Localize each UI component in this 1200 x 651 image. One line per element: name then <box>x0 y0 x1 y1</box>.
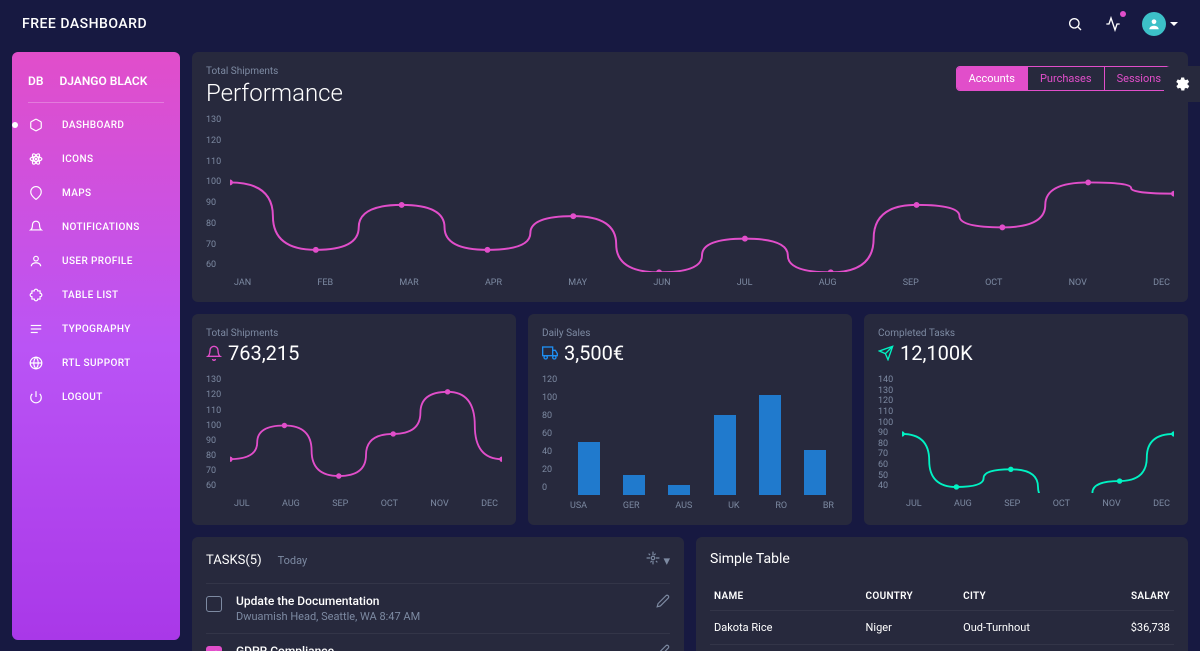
bar <box>578 442 600 495</box>
bar <box>668 485 690 495</box>
tasks-subtitle: Today <box>278 554 308 567</box>
search-icon[interactable] <box>1066 15 1084 33</box>
send-icon <box>878 345 894 361</box>
sidebar-item-notifications[interactable]: NOTIFICATIONS <box>28 219 164 235</box>
sidebar-item-label: USER PROFILE <box>62 256 133 267</box>
bar <box>623 475 645 495</box>
edit-icon[interactable] <box>656 644 670 651</box>
puzzle-icon <box>28 287 44 303</box>
sidebar-item-logout[interactable]: LOGOUT <box>28 389 164 405</box>
sidebar-item-rtl-support[interactable]: RTL SUPPORT <box>28 355 164 371</box>
sidebar-item-dashboard[interactable]: DASHBOARD <box>28 117 164 133</box>
sales-value: 3,500€ <box>564 341 624 365</box>
power-icon <box>28 389 44 405</box>
atom-icon <box>28 151 44 167</box>
task-row: GDPR ComplianceThe GDPR is a regulation … <box>206 633 670 651</box>
table-card: Simple Table NAMECOUNTRYCITYSALARY Dakot… <box>696 537 1188 651</box>
bar <box>759 395 781 495</box>
tab-accounts[interactable]: Accounts <box>957 67 1027 90</box>
completed-value: 12,100K <box>900 341 973 365</box>
main: Total Shipments Performance AccountsPurc… <box>192 52 1188 651</box>
sidebar-divider <box>28 102 164 103</box>
topbar: FREE DASHBOARD <box>0 0 1200 48</box>
perf-subtitle: Total Shipments <box>206 66 343 77</box>
edit-icon[interactable] <box>656 594 670 623</box>
sidebar-item-label: NOTIFICATIONS <box>62 222 140 233</box>
bar <box>714 415 736 495</box>
sidebar-item-label: TYPOGRAPHY <box>62 324 131 335</box>
pin-icon <box>28 185 44 201</box>
completed-title: Completed Tasks <box>878 328 1174 339</box>
tasks-card: TASKS(5) Today ▾ Update the Documentatio… <box>192 537 684 651</box>
shipments-card: Total Shipments 763,215 1301201101009080… <box>192 314 516 525</box>
bell-icon <box>206 345 222 361</box>
user-icon <box>28 253 44 269</box>
pie-icon <box>28 117 44 133</box>
sidebar-item-typography[interactable]: TYPOGRAPHY <box>28 321 164 337</box>
sidebar-item-maps[interactable]: MAPS <box>28 185 164 201</box>
mini-cards-row: Total Shipments 763,215 1301201101009080… <box>192 314 1188 525</box>
bar <box>804 450 826 495</box>
globe-icon <box>28 355 44 371</box>
col-salary: SALARY <box>1091 583 1174 611</box>
brand-abbrev: DB <box>28 74 43 88</box>
col-country: COUNTRY <box>862 583 960 611</box>
sidebar-item-label: TABLE LIST <box>62 290 119 301</box>
task-checkbox[interactable] <box>206 596 222 612</box>
table-row[interactable]: Dakota RiceNigerOud-Turnhout$36,738 <box>710 611 1174 645</box>
shipments-title: Total Shipments <box>206 328 502 339</box>
avatar <box>1142 12 1166 36</box>
user-menu[interactable] <box>1142 12 1178 36</box>
sidebar-brand[interactable]: DB DJANGO BLACK <box>12 68 180 102</box>
app-title: FREE DASHBOARD <box>22 16 147 32</box>
sales-card: Daily Sales 3,500€ 120100806040200USAGER… <box>528 314 852 525</box>
bell-icon <box>28 219 44 235</box>
sidebar: DB DJANGO BLACK DASHBOARD ICONS MAPS NOTIFI… <box>12 52 180 640</box>
sidebar-item-label: ICONS <box>62 154 93 165</box>
theme-settings-button[interactable] <box>1164 66 1200 102</box>
perf-chart: 13012011010090807060 JANFEBMARAPRMAYJUNJ… <box>206 115 1174 288</box>
task-title: GDPR Compliance <box>236 644 642 651</box>
perf-tabs: AccountsPurchasesSessions <box>956 66 1174 91</box>
sidebar-item-table-list[interactable]: TABLE LIST <box>28 287 164 303</box>
activity-icon[interactable] <box>1104 15 1122 33</box>
task-title: Update the Documentation <box>236 594 642 608</box>
perf-title: Performance <box>206 79 343 107</box>
sidebar-item-label: MAPS <box>62 188 92 199</box>
col-city: CITY <box>959 583 1091 611</box>
task-checkbox[interactable] <box>206 646 222 651</box>
tasks-settings-icon[interactable]: ▾ <box>646 551 670 569</box>
simple-table: NAMECOUNTRYCITYSALARY Dakota RiceNigerOu… <box>710 583 1174 651</box>
tab-purchases[interactable]: Purchases <box>1027 67 1104 90</box>
bottom-row: TASKS(5) Today ▾ Update the Documentatio… <box>192 537 1188 651</box>
sidebar-item-user-profile[interactable]: USER PROFILE <box>28 253 164 269</box>
sidebar-item-icons[interactable]: ICONS <box>28 151 164 167</box>
table-title: Simple Table <box>710 551 1174 567</box>
chevron-down-icon <box>1170 22 1178 26</box>
table-row[interactable]: Minerva HooperCuraçaoSinaai-Waas$23,789 <box>710 645 1174 651</box>
sidebar-item-label: RTL SUPPORT <box>62 358 131 369</box>
topbar-actions <box>1066 12 1178 36</box>
sidebar-item-label: DASHBOARD <box>62 120 124 131</box>
shipments-value: 763,215 <box>228 341 299 365</box>
completed-card: Completed Tasks 12,100K 1401301201101009… <box>864 314 1188 525</box>
sales-title: Daily Sales <box>542 328 838 339</box>
col-name: NAME <box>710 583 862 611</box>
task-row: Update the Documentation Dwuamish Head, S… <box>206 583 670 633</box>
tasks-title: TASKS(5) <box>206 553 262 568</box>
performance-card: Total Shipments Performance AccountsPurc… <box>192 52 1188 302</box>
brand-name: DJANGO BLACK <box>59 74 147 88</box>
tab-sessions[interactable]: Sessions <box>1104 67 1173 90</box>
sidebar-item-label: LOGOUT <box>62 392 103 403</box>
task-sub: Dwuamish Head, Seattle, WA 8:47 AM <box>236 610 642 623</box>
align-icon <box>28 321 44 337</box>
delivery-icon <box>542 345 558 361</box>
